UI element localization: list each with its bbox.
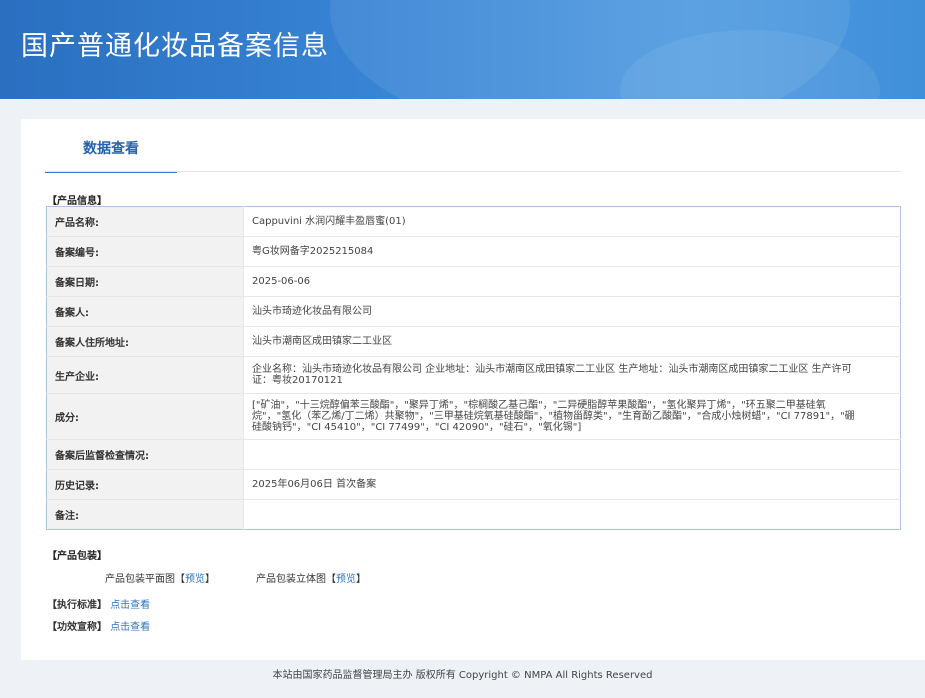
row-key: 备注:	[46, 499, 244, 530]
product-info-label: 【产品信息】	[47, 196, 107, 207]
row-key: 备案人住所地址:	[46, 326, 244, 357]
row-key: 备案编号:	[46, 236, 244, 267]
tab-data-view[interactable]: 数据查看	[45, 119, 177, 173]
packaging-flat-item: 产品包装平面图【预览】	[105, 570, 215, 585]
table-row: 备注:	[46, 499, 901, 530]
row-value: Cappuvini 水润闪耀丰盈唇蜜(01)	[252, 216, 406, 227]
row-key: 备案人:	[46, 296, 244, 327]
flat-preview-link[interactable]: 预览	[185, 574, 205, 585]
row-key: 产品名称:	[46, 206, 244, 237]
table-row: 历史记录: 2025年06月06日 首次备案	[46, 469, 901, 500]
solid-preview-link[interactable]: 预览	[336, 574, 356, 585]
table-row: 成分: ["矿油"，"十三烷醇偏苯三酸酯"，"聚异丁烯"，"棕榈酸乙基己酯"，"…	[46, 393, 901, 440]
header-banner: 国产普通化妆品备案信息	[0, 0, 925, 99]
copyright-footer: 本站由国家药品监督管理局主办 版权所有 Copyright © NMPA All…	[272, 670, 653, 681]
row-value: ["矿油"，"十三烷醇偏苯三酸酯"，"聚异丁烯"，"棕榈酸乙基己酯"，"二异硬脂…	[243, 393, 901, 440]
page-title: 国产普通化妆品备案信息	[21, 31, 329, 62]
standard-item: 【执行标准】 点击查看	[47, 596, 150, 611]
row-key: 成分:	[46, 393, 244, 440]
bracket-open: 【	[326, 574, 336, 585]
packaging-label: 【产品包装】	[47, 551, 107, 562]
table-row: 产品名称: Cappuvini 水润闪耀丰盈唇蜜(01)	[46, 206, 901, 237]
tab-divider	[45, 171, 901, 172]
efficacy-label: 【功效宣称】	[47, 622, 107, 633]
row-key: 历史记录:	[46, 469, 244, 500]
row-key: 备案后监督检查情况:	[46, 439, 244, 470]
standard-view-link[interactable]: 点击查看	[110, 600, 150, 611]
efficacy-view-link[interactable]: 点击查看	[110, 622, 150, 633]
row-value: 企业名称：汕头市琦迹化妆品有限公司 企业地址：汕头市潮南区成田镇家二工业区 生产…	[243, 356, 901, 394]
bracket-open: 【	[175, 574, 185, 585]
row-value: 汕头市潮南区成田镇家二工业区	[243, 326, 901, 357]
bracket-close: 】	[356, 574, 366, 585]
row-value: 汕头市琦迹化妆品有限公司	[243, 296, 901, 327]
packaging-solid-item: 产品包装立体图【预览】	[256, 570, 366, 585]
standard-label: 【执行标准】	[47, 600, 107, 611]
packaging-solid-label: 产品包装立体图	[256, 574, 326, 585]
table-row: 备案人住所地址: 汕头市潮南区成田镇家二工业区	[46, 326, 901, 357]
row-key: 生产企业:	[46, 356, 244, 394]
row-value	[243, 499, 901, 530]
efficacy-item: 【功效宣称】 点击查看	[47, 618, 150, 633]
table-row: 备案人: 汕头市琦迹化妆品有限公司	[46, 296, 901, 327]
table-row: 备案编号: 粤G妆网备字2025215084	[46, 236, 901, 267]
table-row: 备案日期: 2025-06-06	[46, 266, 901, 297]
product-info-table: 产品名称: Cappuvini 水润闪耀丰盈唇蜜(01) 备案编号: 粤G妆网备…	[46, 206, 901, 530]
packaging-flat-label: 产品包装平面图	[105, 574, 175, 585]
row-value: 2025年06月06日 首次备案	[243, 469, 901, 500]
row-value: 2025-06-06	[243, 266, 901, 297]
row-value: 粤G妆网备字2025215084	[243, 236, 901, 267]
table-row: 生产企业: 企业名称：汕头市琦迹化妆品有限公司 企业地址：汕头市潮南区成田镇家二…	[46, 356, 901, 394]
table-row: 备案后监督检查情况:	[46, 439, 901, 470]
row-key: 备案日期:	[46, 266, 244, 297]
content-card: 数据查看 【产品信息】 产品名称: Cappuvini 水润闪耀丰盈唇蜜(01)…	[21, 119, 925, 660]
row-value	[243, 439, 901, 470]
bracket-close: 】	[205, 574, 215, 585]
